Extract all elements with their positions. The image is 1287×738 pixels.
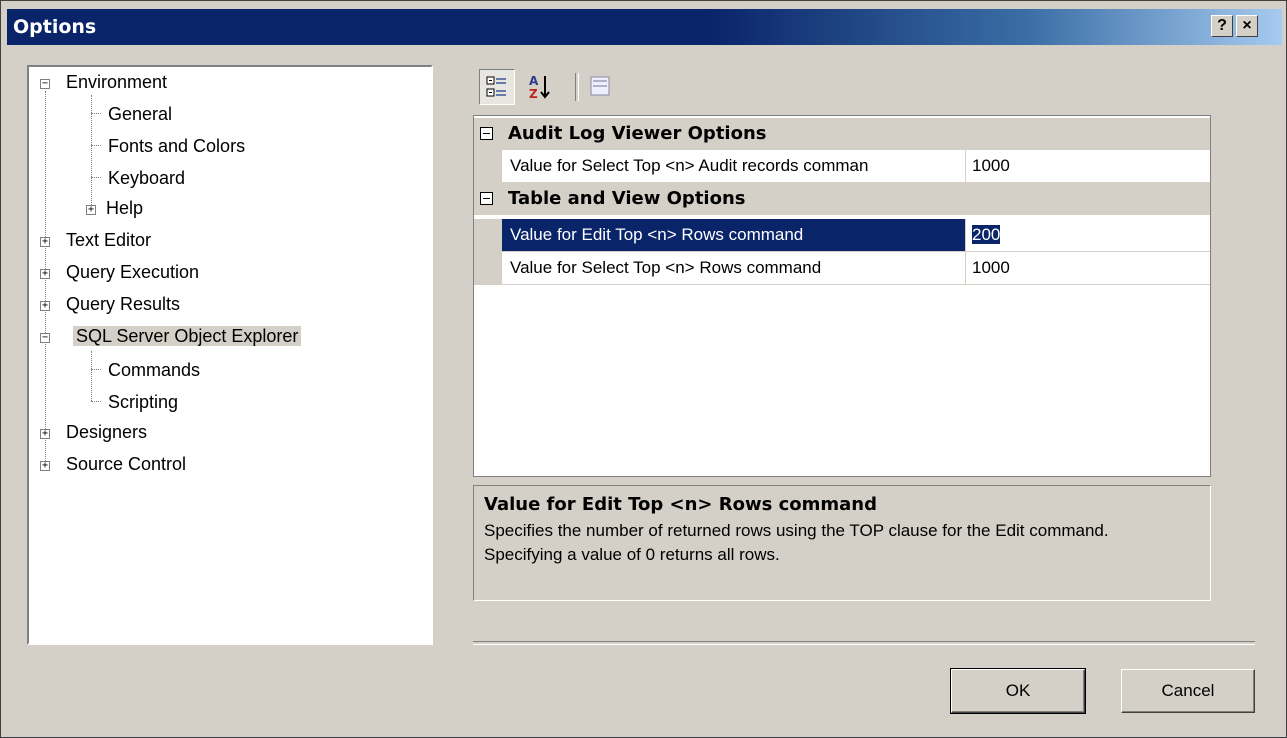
alphabetical-button[interactable]: A Z xyxy=(521,69,557,105)
ok-button[interactable]: OK xyxy=(950,668,1086,714)
collapse-icon[interactable]: − xyxy=(40,79,50,89)
tree-connector-line xyxy=(91,351,92,401)
options-tree: − Environment General Fonts and Colors K… xyxy=(29,67,431,643)
collapse-category-icon[interactable] xyxy=(480,127,493,140)
tree-item-label: Source Control xyxy=(66,454,187,474)
expand-icon[interactable]: + xyxy=(40,429,50,439)
tree-connector-line xyxy=(91,113,101,114)
expand-icon[interactable]: + xyxy=(40,461,50,471)
close-button[interactable]: × xyxy=(1236,15,1258,37)
property-value[interactable]: 1000 xyxy=(966,252,1010,284)
cancel-button[interactable]: Cancel xyxy=(1121,669,1255,713)
category-label: Audit Log Viewer Options xyxy=(508,123,767,144)
tree-connector-line xyxy=(91,401,101,402)
row-gutter xyxy=(474,219,502,252)
tree-item-label: Keyboard xyxy=(108,168,186,188)
tree-connector-line xyxy=(91,369,101,370)
options-dialog: Options ? × − Environment General Fonts … xyxy=(0,0,1287,738)
tree-item-label: SQL Server Object Explorer xyxy=(73,326,302,346)
tree-item-source-control[interactable]: Source Control xyxy=(63,451,189,477)
tree-item-designers[interactable]: Designers xyxy=(63,419,150,445)
description-title: Value for Edit Top <n> Rows command xyxy=(484,494,877,515)
tree-item-query-execution[interactable]: Query Execution xyxy=(63,259,202,285)
description-text: Specifies the number of returned rows us… xyxy=(484,521,1109,564)
tree-item-label: Commands xyxy=(108,360,201,380)
tree-item-sql-server-object-explorer[interactable]: SQL Server Object Explorer xyxy=(73,323,302,349)
svg-text:Z: Z xyxy=(529,87,538,101)
property-grid-toolbar: A Z xyxy=(471,65,671,111)
category-audit-log-viewer-options[interactable]: Audit Log Viewer Options xyxy=(474,118,1210,150)
property-row-edit-top-rows[interactable]: Value for Edit Top <n> Rows command 200 xyxy=(474,219,1210,252)
tree-item-label: Query Results xyxy=(66,294,181,314)
row-gutter xyxy=(474,252,502,285)
toolbar-separator xyxy=(575,73,579,101)
property-name[interactable]: Value for Select Top <n> Audit records c… xyxy=(502,150,966,182)
description-pane: Value for Edit Top <n> Rows command Spec… xyxy=(473,485,1211,601)
categorized-icon xyxy=(486,76,506,97)
property-pages-button[interactable] xyxy=(583,69,619,105)
property-pages-icon xyxy=(590,76,610,96)
expand-icon[interactable]: + xyxy=(86,205,96,215)
expand-icon[interactable]: + xyxy=(40,301,50,311)
dialog-title: Options xyxy=(13,16,97,38)
divider xyxy=(473,641,1255,645)
tree-item-label: Text Editor xyxy=(66,230,152,250)
collapse-icon[interactable]: − xyxy=(40,333,50,343)
row-gutter xyxy=(474,150,502,183)
property-grid: Audit Log Viewer Options Value for Selec… xyxy=(473,115,1211,477)
help-button[interactable]: ? xyxy=(1211,15,1233,37)
tree-item-label: Designers xyxy=(66,422,148,442)
expand-icon[interactable]: + xyxy=(40,269,50,279)
category-table-and-view-options[interactable]: Table and View Options xyxy=(474,183,1210,215)
title-bar[interactable]: Options ? × xyxy=(7,9,1282,45)
tree-item-label: Query Execution xyxy=(66,262,200,282)
tree-item-label: Help xyxy=(106,198,144,218)
property-row-select-top-audit-records[interactable]: Value for Select Top <n> Audit records c… xyxy=(474,150,1210,183)
tree-item-fonts-and-colors[interactable]: Fonts and Colors xyxy=(105,133,248,159)
category-label: Table and View Options xyxy=(508,188,746,209)
sort-az-icon: A Z xyxy=(529,74,550,101)
property-row-select-top-rows[interactable]: Value for Select Top <n> Rows command 10… xyxy=(474,252,1210,285)
property-value[interactable]: 200 xyxy=(972,225,1001,244)
property-name[interactable]: Value for Select Top <n> Rows command xyxy=(502,252,966,284)
property-name[interactable]: Value for Edit Top <n> Rows command xyxy=(502,219,966,251)
svg-text:A: A xyxy=(529,74,539,88)
tree-item-help[interactable]: Help xyxy=(103,195,146,221)
property-value[interactable]: 1000 xyxy=(966,150,1010,182)
tree-item-query-results[interactable]: Query Results xyxy=(63,291,183,317)
tree-item-text-editor[interactable]: Text Editor xyxy=(63,227,154,253)
tree-item-general[interactable]: General xyxy=(105,101,175,127)
property-value-field[interactable]: 200 xyxy=(966,219,1001,251)
tree-connector-line xyxy=(91,95,92,207)
tree-item-keyboard[interactable]: Keyboard xyxy=(105,165,188,191)
tree-item-commands[interactable]: Commands xyxy=(105,357,203,383)
tree-connector-line xyxy=(91,145,101,146)
tree-item-label: Environment xyxy=(66,72,168,92)
tree-item-label: Fonts and Colors xyxy=(108,136,246,156)
tree-item-environment[interactable]: Environment xyxy=(63,69,170,95)
categorized-button[interactable] xyxy=(479,69,515,105)
collapse-category-icon[interactable] xyxy=(480,192,493,205)
tree-connector-line xyxy=(91,177,101,178)
tree-item-scripting[interactable]: Scripting xyxy=(105,389,181,415)
tree-item-label: General xyxy=(108,104,173,124)
options-tree-panel: − Environment General Fonts and Colors K… xyxy=(27,65,433,645)
expand-icon[interactable]: + xyxy=(40,237,50,247)
tree-item-label: Scripting xyxy=(108,392,179,412)
